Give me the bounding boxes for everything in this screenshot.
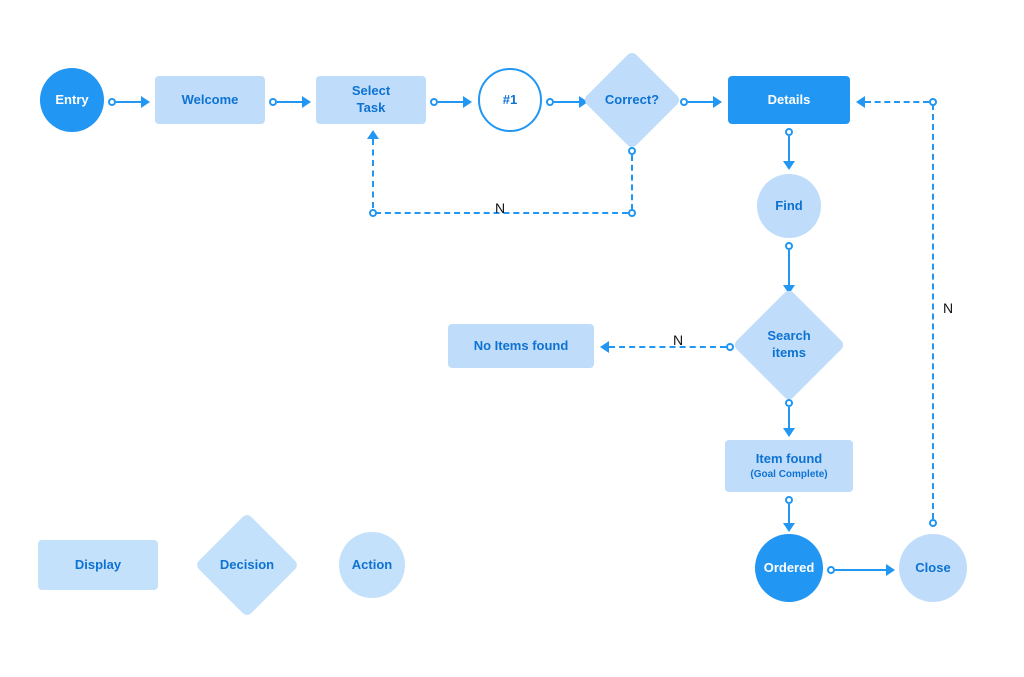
arrow-select-ref1: [430, 96, 472, 108]
path-dot-icon: [628, 147, 636, 155]
arrow-tail-icon: [430, 98, 438, 106]
legend-display-label: Display: [75, 557, 121, 574]
node-correct: Correct?: [597, 65, 667, 135]
node-welcome-label: Welcome: [182, 92, 239, 109]
node-no-items-label: No Items found: [474, 338, 569, 355]
node-entry: Entry: [40, 68, 104, 132]
edge-label-correct-no: N: [495, 200, 505, 216]
arrow-ref1-correct: [546, 96, 588, 108]
legend-action: Action: [339, 532, 405, 598]
node-item-found-label: Item found: [756, 451, 822, 468]
path-dot-icon: [929, 98, 937, 106]
node-correct-label: Correct?: [605, 92, 659, 109]
arrow-tail-icon: [785, 496, 793, 504]
arrow-tail-icon: [785, 399, 793, 407]
node-welcome: Welcome: [155, 76, 265, 124]
arrow-search-no: [600, 341, 734, 353]
legend-action-label: Action: [352, 557, 392, 574]
arrow-correct-no-loop: [367, 130, 379, 208]
node-ordered: Ordered: [755, 534, 823, 602]
arrow-head-icon: [302, 96, 311, 108]
node-select-task-label: Select Task: [352, 83, 390, 117]
arrow-head-icon: [141, 96, 150, 108]
arrow-find-search: [783, 242, 795, 294]
node-item-found: Item found (Goal Complete): [725, 440, 853, 492]
node-ref1: #1: [478, 68, 542, 132]
legend-decision: Decision: [210, 528, 284, 602]
legend-display: Display: [38, 540, 158, 590]
arrow-tail-icon: [785, 242, 793, 250]
edge-label-close-no: N: [943, 300, 953, 316]
arrow-tail-icon: [108, 98, 116, 106]
node-close: Close: [899, 534, 967, 602]
node-item-found-sub: (Goal Complete): [750, 468, 827, 481]
arrow-tail-icon: [269, 98, 277, 106]
arrow-close-no-loop: [856, 96, 929, 108]
legend-decision-label: Decision: [220, 557, 274, 574]
node-no-items: No Items found: [448, 324, 594, 368]
arrow-itemfound-ordered: [783, 496, 795, 532]
path-dot-icon: [628, 209, 636, 217]
node-ordered-label: Ordered: [764, 560, 815, 577]
arrow-tail-icon: [827, 566, 835, 574]
node-select-task: Select Task: [316, 76, 426, 124]
arrow-tail-icon: [726, 343, 734, 351]
edge-label-search-no: N: [673, 332, 683, 348]
node-search-items: Search items: [749, 305, 829, 385]
arrow-tail-icon: [680, 98, 688, 106]
dashed-segment: [631, 155, 633, 210]
node-search-items-label: Search items: [767, 328, 810, 362]
arrow-head-icon: [783, 523, 795, 532]
arrow-ordered-close: [827, 564, 895, 576]
arrow-head-icon: [713, 96, 722, 108]
arrow-correct-details: [680, 96, 722, 108]
arrow-entry-welcome: [108, 96, 150, 108]
dashed-segment: [932, 104, 934, 519]
node-find-label: Find: [775, 198, 802, 215]
arrow-tail-icon: [785, 128, 793, 136]
node-close-label: Close: [915, 560, 950, 577]
node-find: Find: [757, 174, 821, 238]
node-ref1-label: #1: [503, 92, 517, 109]
arrow-welcome-select: [269, 96, 311, 108]
arrow-details-find: [783, 128, 795, 170]
arrow-search-itemfound: [783, 399, 795, 437]
node-entry-label: Entry: [55, 92, 88, 109]
arrow-head-icon: [856, 96, 865, 108]
path-dot-icon: [929, 519, 937, 527]
arrow-tail-icon: [546, 98, 554, 106]
arrow-head-icon: [600, 341, 609, 353]
arrow-head-icon: [886, 564, 895, 576]
arrow-head-icon: [463, 96, 472, 108]
arrow-head-icon: [783, 428, 795, 437]
node-details: Details: [728, 76, 850, 124]
arrow-head-icon: [367, 130, 379, 139]
arrow-head-icon: [783, 161, 795, 170]
path-dot-icon: [369, 209, 377, 217]
node-details-label: Details: [768, 92, 811, 109]
